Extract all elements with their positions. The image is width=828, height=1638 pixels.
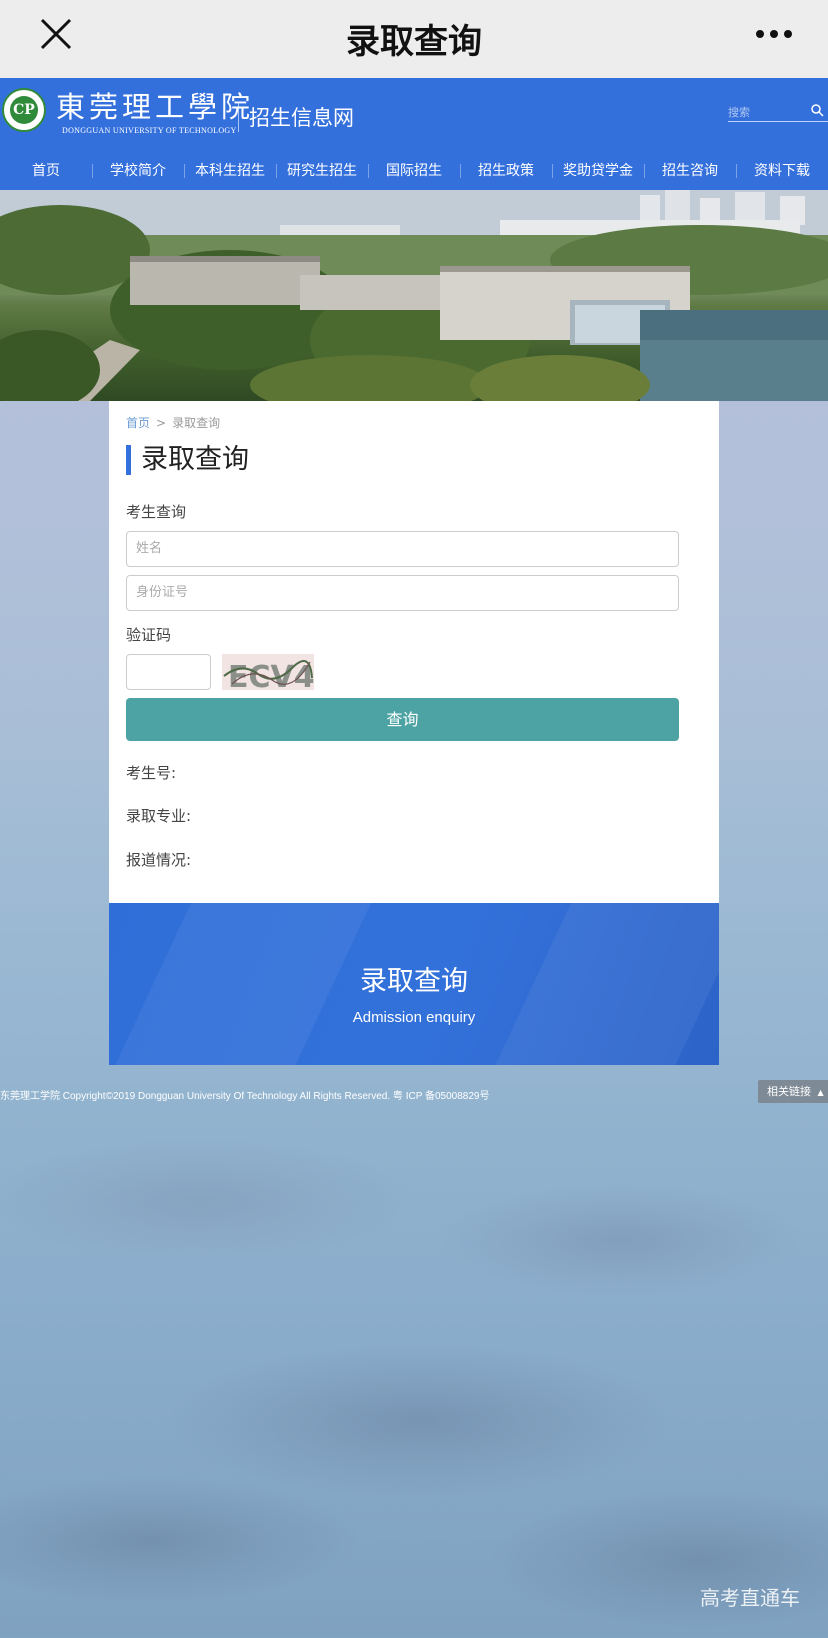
admission-query-card: 首页 > 录取查询 录取查询 考生查询 姓名 身份证号 验证码 ECV4 查询 考生… bbox=[109, 401, 719, 903]
query-button[interactable]: 查询 bbox=[126, 698, 679, 741]
nav-item-graduate[interactable]: 研究生招生 bbox=[276, 152, 368, 190]
wechat-page-title: 录取查询 bbox=[346, 22, 482, 62]
captcha-label: 验证码 bbox=[126, 626, 172, 644]
search-icon[interactable] bbox=[810, 103, 824, 117]
breadcrumb-current: 录取查询 bbox=[172, 416, 221, 430]
background-clouds bbox=[0, 1060, 828, 1638]
related-links-button[interactable]: 相关链接 ▲ bbox=[758, 1080, 828, 1103]
copyright-text: 东莞理工学院 Copyright©2019 Dongguan Universit… bbox=[0, 1091, 490, 1102]
search-input[interactable]: 搜索 bbox=[728, 100, 828, 122]
nav-item-international[interactable]: 国际招生 bbox=[368, 152, 460, 190]
more-icon[interactable] bbox=[754, 28, 794, 40]
banner-title: 录取查询 bbox=[360, 966, 468, 997]
main-nav: 首页 学校简介 本科生招生 研究生招生 国际招生 招生政策 奖助贷学金 招生咨询… bbox=[0, 152, 828, 190]
watermark-text: 高考直通车 bbox=[700, 1586, 800, 1610]
candidate-query-label: 考生查询 bbox=[126, 503, 187, 521]
report-status-label: 报道情况: bbox=[126, 851, 192, 869]
page-title: 录取查询 bbox=[126, 445, 249, 475]
search-placeholder: 搜索 bbox=[728, 106, 750, 119]
caret-up-icon: ▲ bbox=[817, 1088, 824, 1097]
banner-subtitle: Admission enquiry bbox=[352, 1009, 476, 1026]
nav-item-policy[interactable]: 招生政策 bbox=[460, 152, 552, 190]
campus-banner-image bbox=[0, 190, 828, 401]
nav-item-about[interactable]: 学校简介 bbox=[92, 152, 184, 190]
admitted-major-label: 录取专业: bbox=[126, 807, 192, 825]
school-logo[interactable]: CP bbox=[2, 88, 46, 132]
nav-item-financial-aid[interactable]: 奖助贷学金 bbox=[552, 152, 644, 190]
captcha-image[interactable]: ECV4 bbox=[222, 654, 314, 690]
nav-item-undergraduate[interactable]: 本科生招生 bbox=[184, 152, 276, 190]
id-number-field[interactable]: 身份证号 bbox=[126, 575, 679, 611]
school-name-english: DONGGUAN UNIVERSITY OF TECHNOLOGY bbox=[62, 126, 237, 135]
breadcrumb: 首页 > 录取查询 bbox=[126, 414, 220, 431]
header-divider bbox=[238, 102, 239, 132]
nav-item-home[interactable]: 首页 bbox=[0, 152, 92, 190]
captcha-input[interactable] bbox=[126, 654, 211, 690]
campus-scene-illustration bbox=[0, 190, 828, 401]
school-logo-emblem: CP bbox=[10, 96, 38, 124]
captcha-graphic: ECV4 bbox=[222, 654, 314, 690]
site-header: CP 東莞理工學院 DONGGUAN UNIVERSITY OF TECHNOL… bbox=[0, 78, 828, 152]
breadcrumb-home-link[interactable]: 首页 bbox=[126, 416, 150, 430]
breadcrumb-separator-icon: > bbox=[156, 416, 167, 430]
related-links-label: 相关链接 bbox=[767, 1085, 811, 1098]
wechat-top-bar: 录取查询 bbox=[0, 0, 828, 78]
site-subtitle: 招生信息网 bbox=[249, 106, 354, 130]
school-name: 東莞理工學院 bbox=[56, 90, 255, 124]
nav-item-downloads[interactable]: 资料下载 bbox=[736, 152, 828, 190]
candidate-number-label: 考生号: bbox=[126, 764, 177, 782]
admission-enquiry-banner: 录取查询 Admission enquiry bbox=[109, 903, 719, 1065]
name-field[interactable]: 姓名 bbox=[126, 531, 679, 567]
nav-item-consult[interactable]: 招生咨询 bbox=[644, 152, 736, 190]
